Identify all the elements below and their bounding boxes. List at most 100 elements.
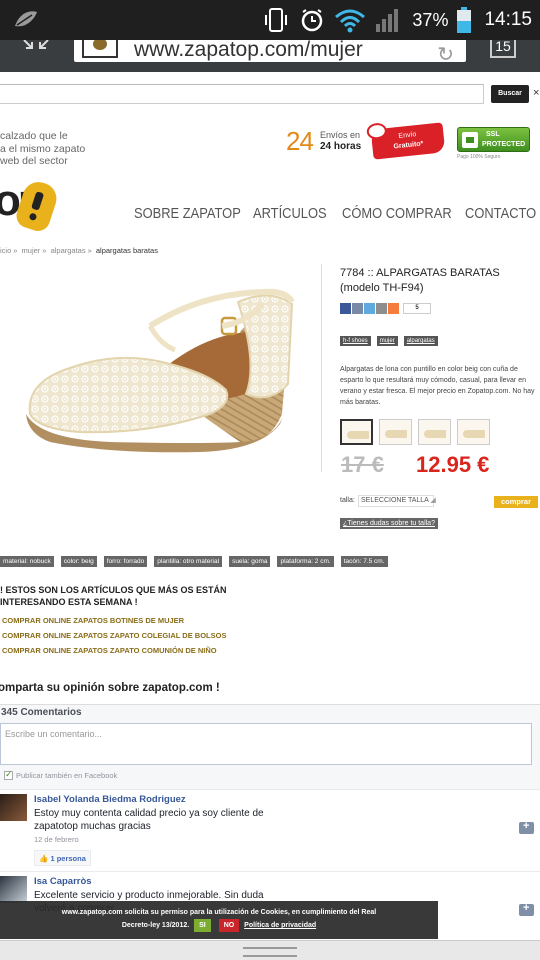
search-row: Buscar × [0,84,540,108]
comment-author[interactable]: Isabel Yolanda Biedma Rodriguez [34,794,186,805]
signal-icon [376,9,399,32]
cookie-accept-button[interactable]: SI [194,919,211,932]
bottom-drawer-handle[interactable] [0,940,540,960]
breadcrumb-item[interactable]: alpargatas [51,246,86,255]
comment-date[interactable]: 12 de febrero [34,835,79,844]
price-old: 17 € [341,452,384,477]
twitter-icon[interactable] [364,302,375,314]
reply-icon[interactable] [519,902,534,916]
dropdown-arrow-icon: ◢ [428,497,436,504]
breadcrumb-item[interactable]: mujer [22,246,41,255]
thumbnail[interactable] [418,419,451,445]
status-bar: 37% 14:15 [0,0,540,40]
post-to-facebook-option[interactable]: Publicar también en Facebook [4,769,118,780]
tabs-button[interactable]: 15 [490,40,516,58]
addthis-plus-icon[interactable] [388,302,399,314]
browser-toolbar: www.zapatop.com/mujer ↻ 15 [0,40,540,72]
comment-item: Isabel Yolanda Biedma Rodriguez Estoy mu… [0,789,540,871]
lock-icon [462,132,478,148]
attribute-badge: plataforma: 2 cm. [277,556,334,567]
comment-input[interactable]: Escribe un comentario... [0,723,532,765]
print-icon[interactable] [376,302,387,314]
like-count-label: 1 persona [50,854,86,863]
size-label: talla: [340,497,355,504]
breadcrumb: icio» mujer» alpargatas» alpargatas bara… [0,246,158,255]
tag-link[interactable]: h-f shoes [340,336,371,346]
slogan-line: calzado que le [0,130,68,142]
site-logo[interactable]: op [0,176,64,235]
app-notification-icon [15,11,37,27]
checkbox[interactable] [4,769,13,780]
trending-link[interactable]: COMPRAR ONLINE ZAPATOS ZAPATO COMUNIÓN D… [2,646,226,655]
trending-link[interactable]: COMPRAR ONLINE ZAPATOS BOTINES DE MUJER [2,616,226,625]
url-text[interactable]: www.zapatop.com/mujer [134,40,363,62]
address-bar[interactable]: www.zapatop.com/mujer ↻ [74,40,466,66]
thumbnail[interactable] [340,419,373,445]
comment-author[interactable]: Isa Caparròs [34,876,92,887]
ssl-line1: SSL [486,131,500,138]
web-page: Buscar × calzado que le a el mismo zapat… [0,72,540,960]
size-select-value: SELECCIONE TALLA [361,497,429,504]
avatar[interactable] [0,794,27,821]
battery-icon [457,7,472,33]
search-input[interactable] [0,84,484,104]
size-select[interactable]: SELECCIONE TALLA ◢ [358,495,436,507]
nav-articulos[interactable]: ARTÍCULOS [253,205,327,222]
product-description: Alpargatas de lona con puntillo en color… [340,366,535,406]
thumbs-up-icon: 👍 [39,854,49,863]
comment-count: 345 Comentarios [1,707,82,718]
reply-icon[interactable] [519,820,534,834]
free-shipping-badge: Envío Gratuito* [370,122,446,160]
nav-como-comprar[interactable]: CÓMO COMPRAR [342,205,452,222]
cookie-text: www.zapatop.com solicita su permiso para… [61,909,377,916]
product-title: 7784 :: ALPARGATAS BARATAS (modelo TH-F9… [340,267,500,294]
reload-icon[interactable]: ↻ [437,42,454,67]
buy-button[interactable]: comprar [494,496,538,508]
attribute-badge: color: beig [60,556,97,567]
cookie-banner: www.zapatop.com solicita su permiso para… [0,901,438,939]
slogan-line: a el mismo zapato [0,142,86,155]
shipping-24h-badge: 24 Envíos en 24 horas [286,126,366,162]
attribute-badge: material: nobuck [0,556,54,567]
product-image[interactable] [0,264,322,472]
tag-link[interactable]: mujer [376,336,398,346]
post-to-facebook-label: Publicar también en Facebook [16,771,118,780]
attribute-badge: suela: goma [229,556,271,567]
trending-link[interactable]: COMPRAR ONLINE ZAPATOS ZAPATO COLEGIAL D… [2,631,226,640]
collapse-icon[interactable] [20,40,52,60]
product-thumbnails [340,419,490,445]
cookie-text: Decreto-ley 13/2012. [121,922,190,929]
attribute-badge: tacón: 7.5 cm. [340,556,388,567]
thumbnail[interactable] [379,419,412,445]
envios-line2: 24 horas [320,141,362,152]
size-help-link[interactable]: ¿Tienes dudas sobre tu talla? [340,518,438,529]
facebook-icon[interactable] [340,302,351,314]
search-button[interactable]: Buscar [491,85,529,103]
espadrille-illustration [26,288,295,453]
cookie-reject-button[interactable]: NO [218,919,240,932]
share-bar: 5 [340,302,431,314]
slogan-line: web del sector [0,155,68,167]
trending-heading-line: ! ESTOS SON LOS ARTÍCULOS QUE MÁS OS EST… [0,585,227,595]
trending-heading-line: INTERESANDO ESTA SEMANA ! [0,597,138,607]
like-count[interactable]: 👍 1 persona [34,850,91,866]
ssl-line2: PROTECTED [482,141,526,148]
nav-sobre-zapatop[interactable]: SOBRE ZAPATOP [134,205,241,222]
breadcrumb-item[interactable]: icio [0,246,11,255]
email-icon[interactable] [352,302,363,314]
ssl-badge: SSL PROTECTED [457,127,530,152]
envios-line1: Envíos en [320,130,361,140]
breadcrumb-current: alpargatas baratas [95,246,158,255]
avatar[interactable] [0,876,27,903]
privacy-policy-link[interactable]: Política de privacidad [244,922,316,929]
battery-percent: 37% [412,9,449,30]
main-nav: SOBRE ZAPATOP ARTÍCULOS CÓMO COMPRAR CON… [134,205,540,222]
clock: 14:15 [484,9,532,30]
tag-link[interactable]: alpargatas [403,336,438,346]
envios-number: 24 [286,126,314,156]
product-attributes: material: nobuck color: beig forro: forr… [0,556,388,567]
opinion-heading: omparta su opinión sobre zapatop.com ! [0,682,220,694]
close-icon[interactable]: × [533,87,539,99]
thumbnail[interactable] [457,419,490,445]
nav-contacto[interactable]: CONTACTO [465,205,536,222]
